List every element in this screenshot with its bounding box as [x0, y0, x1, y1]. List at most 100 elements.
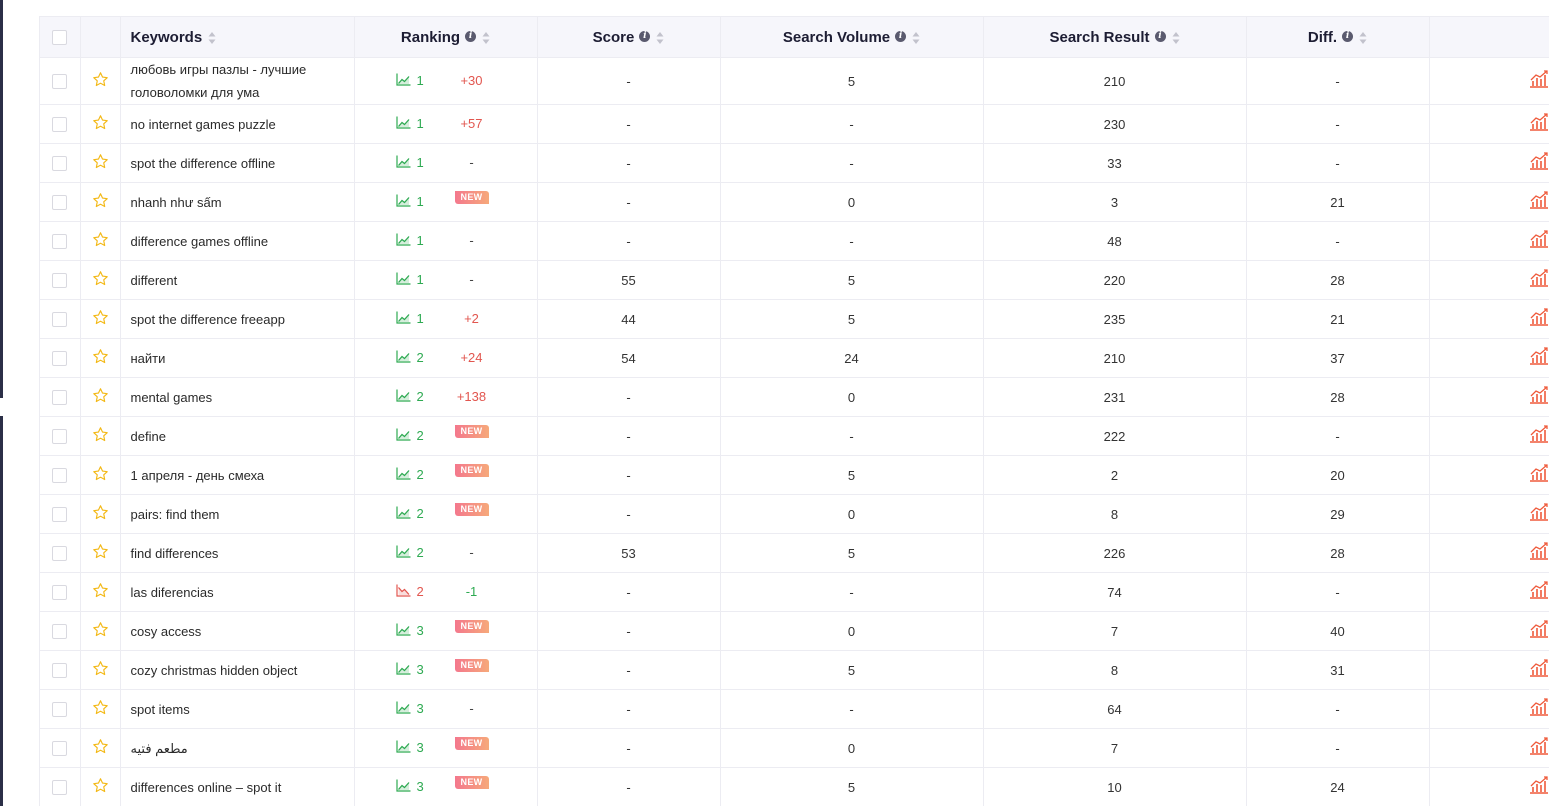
- diff-header[interactable]: Diff. i: [1246, 16, 1430, 58]
- keyword-text[interactable]: spot items: [131, 702, 190, 717]
- info-icon[interactable]: i: [1342, 31, 1354, 43]
- star-icon[interactable]: [92, 270, 109, 287]
- bar-chart-icon[interactable]: [1529, 70, 1549, 88]
- keyword-text[interactable]: 1 апреля - день смеха: [131, 468, 265, 483]
- bar-chart-icon[interactable]: [1529, 737, 1549, 755]
- bar-chart-icon[interactable]: [1529, 776, 1549, 794]
- info-icon[interactable]: i: [639, 31, 651, 43]
- sort-icon[interactable]: [482, 31, 490, 45]
- keywords-header[interactable]: Keywords: [120, 16, 355, 58]
- bar-chart-icon[interactable]: [1529, 581, 1549, 599]
- keyword-text[interactable]: define: [131, 429, 166, 444]
- score-header[interactable]: Score i: [537, 16, 721, 58]
- row-checkbox[interactable]: [52, 546, 68, 562]
- star-icon[interactable]: [92, 504, 109, 521]
- row-checkbox[interactable]: [52, 117, 68, 133]
- star-icon[interactable]: [92, 699, 109, 716]
- keyword-text[interactable]: mental games: [131, 390, 213, 405]
- star-icon[interactable]: [92, 660, 109, 677]
- star-icon[interactable]: [92, 153, 109, 170]
- star-icon[interactable]: [92, 777, 109, 794]
- search-result-cell: 7: [983, 611, 1247, 651]
- star-icon[interactable]: [92, 309, 109, 326]
- sort-icon[interactable]: [208, 31, 216, 45]
- row-checkbox[interactable]: [52, 234, 68, 250]
- bar-chart-icon[interactable]: [1529, 347, 1549, 365]
- keyword-text[interactable]: cosy access: [131, 624, 202, 639]
- trend-chart-cell: [1429, 143, 1549, 183]
- star-icon[interactable]: [92, 543, 109, 560]
- search-result-header[interactable]: Search Result i: [983, 16, 1247, 58]
- row-checkbox[interactable]: [52, 585, 68, 601]
- bar-chart-icon[interactable]: [1529, 113, 1549, 131]
- sort-icon[interactable]: [912, 31, 920, 45]
- bar-chart-icon[interactable]: [1529, 230, 1549, 248]
- bar-chart-icon[interactable]: [1529, 386, 1549, 404]
- row-checkbox[interactable]: [52, 624, 68, 640]
- row-checkbox[interactable]: [52, 351, 68, 367]
- keyword-text[interactable]: مطعم فتيه: [131, 741, 188, 756]
- row-checkbox[interactable]: [52, 390, 68, 406]
- bar-chart-icon[interactable]: [1529, 503, 1549, 521]
- keyword-text[interactable]: spot the difference freeapp: [131, 312, 285, 327]
- row-checkbox[interactable]: [52, 741, 68, 757]
- keyword-text[interactable]: no internet games puzzle: [131, 117, 276, 132]
- keyword-cell: 1 апреля - день смеха: [120, 455, 355, 495]
- keyword-text[interactable]: different: [131, 273, 178, 288]
- keyword-text[interactable]: find differences: [131, 546, 219, 561]
- bar-chart-icon[interactable]: [1529, 659, 1549, 677]
- row-checkbox[interactable]: [52, 507, 68, 523]
- sort-icon[interactable]: [656, 31, 664, 45]
- row-checkbox[interactable]: [52, 468, 68, 484]
- star-icon[interactable]: [92, 71, 109, 88]
- search-volume-cell: -: [720, 104, 984, 144]
- keyword-text[interactable]: pairs: find them: [131, 507, 220, 522]
- info-icon[interactable]: i: [1154, 31, 1166, 43]
- bar-chart-icon[interactable]: [1529, 698, 1549, 716]
- row-checkbox[interactable]: [52, 312, 68, 328]
- row-checkbox[interactable]: [52, 780, 68, 796]
- star-icon[interactable]: [92, 387, 109, 404]
- star-icon[interactable]: [92, 348, 109, 365]
- star-icon[interactable]: [92, 465, 109, 482]
- star-icon[interactable]: [92, 582, 109, 599]
- bar-chart-icon[interactable]: [1529, 425, 1549, 443]
- star-icon[interactable]: [92, 231, 109, 248]
- row-checkbox[interactable]: [52, 273, 68, 289]
- keyword-text[interactable]: differences online – spot it: [131, 780, 282, 795]
- keyword-text[interactable]: nhanh như sấm: [131, 195, 222, 210]
- row-checkbox[interactable]: [52, 74, 68, 90]
- sort-icon[interactable]: [1172, 31, 1180, 45]
- keyword-text[interactable]: cozy christmas hidden object: [131, 663, 298, 678]
- keyword-text[interactable]: любовь игры пазлы - лучшие головоломки д…: [131, 62, 307, 100]
- row-checkbox[interactable]: [52, 195, 68, 211]
- row-checkbox[interactable]: [52, 663, 68, 679]
- search-volume-header[interactable]: Search Volume i: [720, 16, 984, 58]
- bar-chart-icon[interactable]: [1529, 308, 1549, 326]
- row-checkbox[interactable]: [52, 429, 68, 445]
- star-icon[interactable]: [92, 192, 109, 209]
- bar-chart-icon[interactable]: [1529, 269, 1549, 287]
- star-icon[interactable]: [92, 621, 109, 638]
- star-icon[interactable]: [92, 426, 109, 443]
- info-icon[interactable]: i: [895, 31, 907, 43]
- bar-chart-icon[interactable]: [1529, 152, 1549, 170]
- star-icon[interactable]: [92, 114, 109, 131]
- row-checkbox[interactable]: [52, 156, 68, 172]
- row-checkbox[interactable]: [52, 702, 68, 718]
- star-icon[interactable]: [92, 738, 109, 755]
- keyword-text[interactable]: spot the difference offline: [131, 156, 276, 171]
- bar-chart-icon[interactable]: [1529, 191, 1549, 209]
- bar-chart-icon[interactable]: [1529, 542, 1549, 560]
- bar-chart-icon[interactable]: [1529, 464, 1549, 482]
- ranking-header[interactable]: Ranking i: [354, 16, 538, 58]
- search-result-cell: 3: [983, 182, 1247, 222]
- select-all-checkbox[interactable]: [52, 30, 68, 46]
- info-icon[interactable]: i: [465, 31, 477, 43]
- search-volume-value: -: [849, 116, 854, 132]
- keyword-text[interactable]: найти: [131, 351, 166, 366]
- keyword-text[interactable]: difference games offline: [131, 234, 269, 249]
- bar-chart-icon[interactable]: [1529, 620, 1549, 638]
- keyword-text[interactable]: las diferencias: [131, 585, 214, 600]
- sort-icon[interactable]: [1359, 31, 1367, 45]
